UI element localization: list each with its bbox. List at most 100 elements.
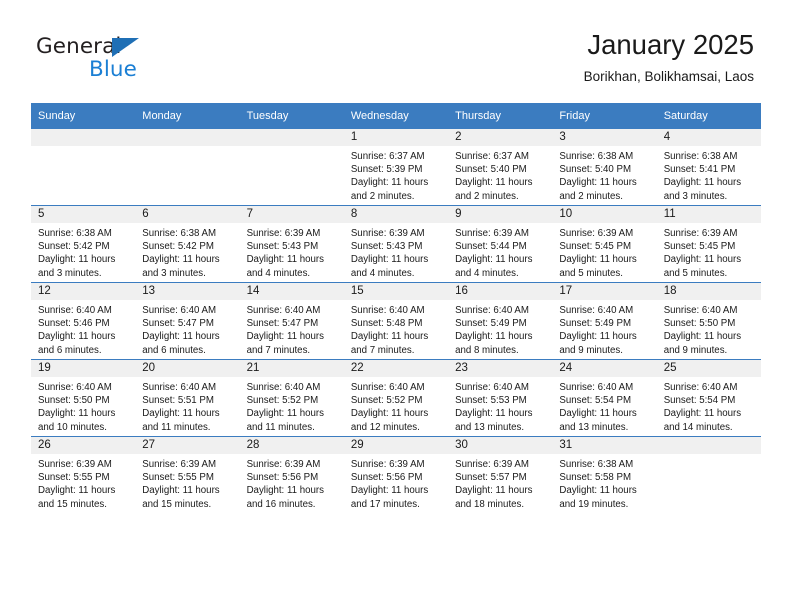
calendar-day-cell[interactable]: 31 Sunrise: 6:38 AM Sunset: 5:58 PM Dayligh… xyxy=(552,436,657,513)
daylight-text: Daylight: 11 hours and 2 minutes. xyxy=(559,177,637,202)
calendar-day-cell[interactable]: 10 Sunrise: 6:39 AM Sunset: 5:45 PM Dayligh… xyxy=(552,205,657,283)
sunset-text: Sunset: 5:52 PM xyxy=(350,395,423,407)
weekday-header-monday: Monday xyxy=(135,103,240,129)
calendar-day-cell[interactable]: 4 Sunrise: 6:38 AM Sunset: 5:41 PM Daylight… xyxy=(656,128,761,206)
day-number: 8 xyxy=(343,206,449,223)
sunrise-text: Sunrise: 6:37 AM xyxy=(350,151,425,162)
sunrise-text: Sunrise: 6:40 AM xyxy=(142,305,217,316)
weekday-header-sunday: Sunday xyxy=(31,103,136,129)
sunset-text: Sunset: 5:40 PM xyxy=(455,164,527,176)
calendar-page: General Blue January 2025 Borikhan, Boli… xyxy=(0,0,792,612)
calendar-day-cell[interactable]: 26 Sunrise: 6:39 AM Sunset: 5:55 PM Dayligh… xyxy=(31,436,136,513)
calendar-day-cell[interactable]: 19 Sunrise: 6:40 AM Sunset: 5:50 PM Dayligh… xyxy=(31,359,136,437)
calendar-day-cell[interactable]: 7 Sunrise: 6:39 AM Sunset: 5:43 PM Daylight… xyxy=(239,205,344,283)
page-header: General Blue January 2025 Borikhan, Boli… xyxy=(0,0,792,103)
page-subtitle: Borikhan, Bolikhamsai, Laos xyxy=(583,69,754,84)
calendar-day-cell[interactable]: 29 Sunrise: 6:39 AM Sunset: 5:56 PM Dayligh… xyxy=(343,436,449,513)
daylight-text: Daylight: 11 hours and 14 minutes. xyxy=(663,408,742,433)
calendar-day-cell-empty xyxy=(239,128,344,206)
daylight-text: Daylight: 11 hours and 7 minutes. xyxy=(246,331,324,356)
daylight-text: Daylight: 11 hours and 4 minutes. xyxy=(246,254,324,279)
weekday-header-saturday: Saturday xyxy=(656,103,761,129)
calendar-day-cell[interactable]: 2 Sunrise: 6:37 AM Sunset: 5:40 PM Daylight… xyxy=(448,128,553,206)
general-blue-logo: General Blue xyxy=(36,34,216,86)
day-details: Sunrise: 6:39 AM Sunset: 5:43 PM Daylight:… xyxy=(240,223,344,280)
sunrise-text: Sunrise: 6:39 AM xyxy=(246,459,321,470)
daylight-text: Daylight: 11 hours and 9 minutes. xyxy=(663,331,742,356)
sunset-text: Sunset: 5:56 PM xyxy=(246,472,319,484)
logo-word-general: General xyxy=(36,34,122,59)
sunrise-text: Sunrise: 6:39 AM xyxy=(559,228,634,239)
sunrise-text: Sunrise: 6:39 AM xyxy=(663,228,738,239)
calendar-day-cell-empty xyxy=(656,436,761,513)
day-details: Sunrise: 6:40 AM Sunset: 5:54 PM Daylight:… xyxy=(657,377,761,434)
day-number: 13 xyxy=(135,283,240,300)
calendar-day-cell[interactable]: 13 Sunrise: 6:40 AM Sunset: 5:47 PM Dayligh… xyxy=(135,282,240,360)
day-number: 30 xyxy=(448,437,553,454)
day-details: Sunrise: 6:40 AM Sunset: 5:54 PM Daylight:… xyxy=(552,377,656,434)
day-number: 2 xyxy=(448,129,553,146)
calendar-day-cell[interactable]: 22 Sunrise: 6:40 AM Sunset: 5:52 PM Dayligh… xyxy=(343,359,449,437)
sunset-text: Sunset: 5:51 PM xyxy=(142,395,214,407)
calendar-day-cell[interactable]: 16 Sunrise: 6:40 AM Sunset: 5:49 PM Dayligh… xyxy=(448,282,553,360)
sunset-text: Sunset: 5:42 PM xyxy=(142,241,214,253)
sunset-text: Sunset: 5:53 PM xyxy=(455,395,527,407)
calendar-day-cell[interactable]: 6 Sunrise: 6:38 AM Sunset: 5:42 PM Daylight… xyxy=(135,205,240,283)
logo-word-blue: Blue xyxy=(89,57,137,82)
calendar-day-cell[interactable]: 12 Sunrise: 6:40 AM Sunset: 5:46 PM Dayligh… xyxy=(31,282,136,360)
sunrise-text: Sunrise: 6:38 AM xyxy=(142,228,217,239)
day-number: 6 xyxy=(135,206,240,223)
day-number: 9 xyxy=(448,206,553,223)
day-details: Sunrise: 6:39 AM Sunset: 5:55 PM Daylight:… xyxy=(31,454,135,511)
calendar-day-cell[interactable]: 15 Sunrise: 6:40 AM Sunset: 5:48 PM Dayligh… xyxy=(343,282,449,360)
sunrise-text: Sunrise: 6:40 AM xyxy=(350,305,425,316)
sunset-text: Sunset: 5:50 PM xyxy=(663,318,736,330)
calendar-day-cell[interactable]: 14 Sunrise: 6:40 AM Sunset: 5:47 PM Dayligh… xyxy=(239,282,344,360)
day-number: 24 xyxy=(552,360,657,377)
calendar-day-cell[interactable]: 24 Sunrise: 6:40 AM Sunset: 5:54 PM Dayligh… xyxy=(552,359,657,437)
day-number: 27 xyxy=(135,437,240,454)
day-details: Sunrise: 6:40 AM Sunset: 5:53 PM Daylight:… xyxy=(448,377,552,434)
day-number: 16 xyxy=(448,283,553,300)
calendar-day-cell[interactable]: 18 Sunrise: 6:40 AM Sunset: 5:50 PM Dayligh… xyxy=(656,282,761,360)
calendar-day-cell[interactable]: 20 Sunrise: 6:40 AM Sunset: 5:51 PM Dayligh… xyxy=(135,359,240,437)
calendar-day-cell[interactable]: 21 Sunrise: 6:40 AM Sunset: 5:52 PM Dayligh… xyxy=(239,359,344,437)
calendar-day-cell[interactable]: 11 Sunrise: 6:39 AM Sunset: 5:45 PM Dayligh… xyxy=(656,205,761,283)
daylight-text: Daylight: 11 hours and 17 minutes. xyxy=(350,485,429,510)
sunrise-text: Sunrise: 6:39 AM xyxy=(142,459,217,470)
day-number: 7 xyxy=(239,206,344,223)
daylight-text: Daylight: 11 hours and 15 minutes. xyxy=(142,485,220,510)
sunrise-text: Sunrise: 6:40 AM xyxy=(559,382,634,393)
calendar-day-cell[interactable]: 30 Sunrise: 6:39 AM Sunset: 5:57 PM Dayligh… xyxy=(448,436,553,513)
calendar-day-cell[interactable]: 5 Sunrise: 6:38 AM Sunset: 5:42 PM Daylight… xyxy=(31,205,136,283)
sunset-text: Sunset: 5:45 PM xyxy=(559,241,632,253)
calendar-day-cell[interactable]: 17 Sunrise: 6:40 AM Sunset: 5:49 PM Dayligh… xyxy=(552,282,657,360)
weekday-header-row: Sunday Monday Tuesday Wednesday Thursday… xyxy=(31,103,761,129)
sunrise-text: Sunrise: 6:40 AM xyxy=(350,382,425,393)
day-number xyxy=(239,129,344,146)
calendar-day-cell[interactable]: 25 Sunrise: 6:40 AM Sunset: 5:54 PM Dayligh… xyxy=(656,359,761,437)
sunrise-text: Sunrise: 6:39 AM xyxy=(246,228,321,239)
calendar-day-cell[interactable]: 1 Sunrise: 6:37 AM Sunset: 5:39 PM Daylight… xyxy=(343,128,449,206)
day-details: Sunrise: 6:38 AM Sunset: 5:42 PM Daylight:… xyxy=(31,223,135,280)
calendar-day-cell[interactable]: 9 Sunrise: 6:39 AM Sunset: 5:44 PM Daylight… xyxy=(448,205,553,283)
day-number: 31 xyxy=(552,437,657,454)
calendar-day-cell[interactable]: 23 Sunrise: 6:40 AM Sunset: 5:53 PM Dayligh… xyxy=(448,359,553,437)
calendar-day-cell[interactable]: 8 Sunrise: 6:39 AM Sunset: 5:43 PM Daylight… xyxy=(343,205,449,283)
daylight-text: Daylight: 11 hours and 4 minutes. xyxy=(350,254,429,279)
sunset-text: Sunset: 5:56 PM xyxy=(350,472,423,484)
calendar-day-cell[interactable]: 28 Sunrise: 6:39 AM Sunset: 5:56 PM Dayligh… xyxy=(239,436,344,513)
day-details: Sunrise: 6:40 AM Sunset: 5:49 PM Daylight:… xyxy=(552,300,656,357)
daylight-text: Daylight: 11 hours and 4 minutes. xyxy=(455,254,533,279)
daylight-text: Daylight: 11 hours and 2 minutes. xyxy=(455,177,533,202)
sunset-text: Sunset: 5:48 PM xyxy=(350,318,423,330)
sunset-text: Sunset: 5:44 PM xyxy=(455,241,527,253)
day-details: Sunrise: 6:40 AM Sunset: 5:52 PM Daylight:… xyxy=(344,377,448,434)
calendar-week-row: 12 Sunrise: 6:40 AM Sunset: 5:46 PM Dayligh… xyxy=(31,282,761,360)
day-details: Sunrise: 6:40 AM Sunset: 5:47 PM Daylight:… xyxy=(135,300,239,357)
day-number: 15 xyxy=(343,283,449,300)
calendar-day-cell[interactable]: 27 Sunrise: 6:39 AM Sunset: 5:55 PM Dayligh… xyxy=(135,436,240,513)
weekday-header-tuesday: Tuesday xyxy=(239,103,344,129)
sunrise-text: Sunrise: 6:38 AM xyxy=(559,151,634,162)
calendar-day-cell[interactable]: 3 Sunrise: 6:38 AM Sunset: 5:40 PM Daylight… xyxy=(552,128,657,206)
